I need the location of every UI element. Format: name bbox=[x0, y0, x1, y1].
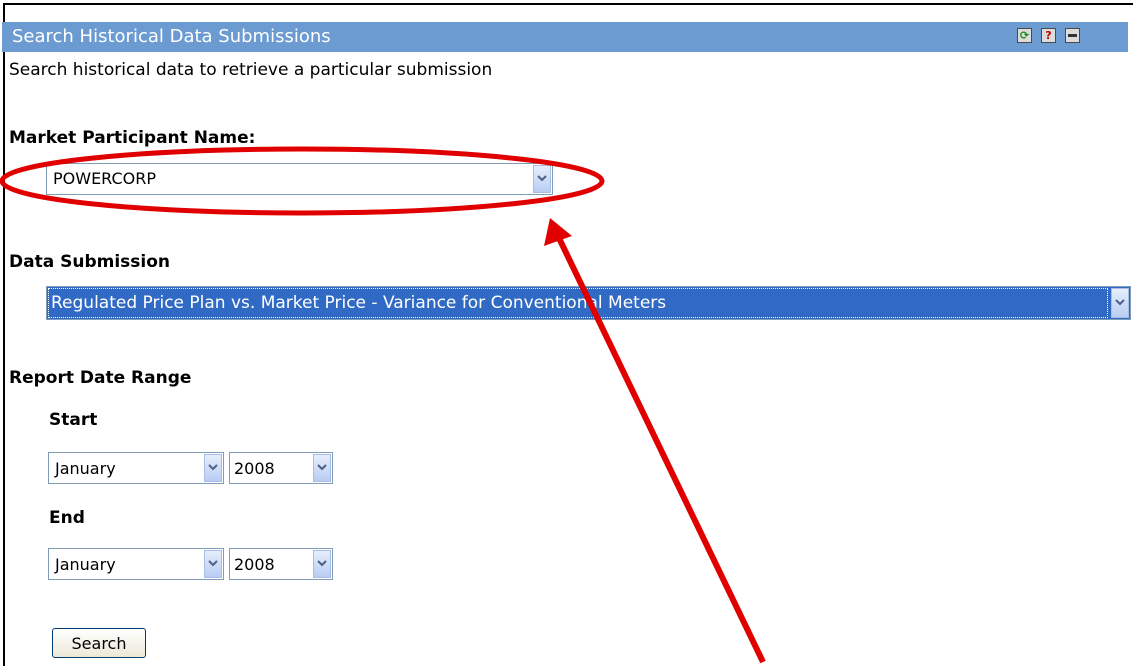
refresh-icon[interactable]: ⟳ bbox=[1017, 28, 1032, 43]
portlet-header: Search Historical Data Submissions ⟳ ? bbox=[2, 22, 1128, 52]
start-year-value: 2008 bbox=[234, 459, 275, 478]
chevron-down-icon[interactable] bbox=[204, 550, 222, 578]
start-month-select[interactable]: January bbox=[48, 452, 224, 484]
participant-label: Market Participant Name: bbox=[9, 128, 256, 148]
start-year-select[interactable]: 2008 bbox=[229, 452, 333, 484]
chevron-down-icon[interactable] bbox=[204, 454, 222, 482]
end-month-value: January bbox=[55, 555, 116, 574]
portlet-title: Search Historical Data Submissions bbox=[12, 26, 331, 47]
end-label: End bbox=[49, 508, 85, 528]
submission-value: Regulated Price Plan vs. Market Price - … bbox=[51, 293, 667, 313]
end-year-select[interactable]: 2008 bbox=[229, 548, 333, 580]
start-label: Start bbox=[49, 410, 98, 430]
end-year-value: 2008 bbox=[234, 555, 275, 574]
end-month-select[interactable]: January bbox=[48, 548, 224, 580]
panel-description: Search historical data to retrieve a par… bbox=[9, 60, 493, 80]
participant-value: POWERCORP bbox=[53, 169, 157, 188]
date-range-label: Report Date Range bbox=[9, 368, 192, 388]
participant-select[interactable]: POWERCORP bbox=[46, 163, 553, 195]
chevron-down-icon[interactable] bbox=[533, 165, 551, 193]
submission-select[interactable]: Regulated Price Plan vs. Market Price - … bbox=[46, 286, 1131, 320]
search-button[interactable]: Search bbox=[52, 628, 146, 658]
chevron-down-icon[interactable] bbox=[313, 550, 331, 578]
chevron-down-icon[interactable] bbox=[313, 454, 331, 482]
help-icon[interactable]: ? bbox=[1041, 28, 1056, 43]
start-month-value: January bbox=[55, 459, 116, 478]
chevron-down-icon[interactable] bbox=[1111, 288, 1129, 318]
minimize-icon[interactable] bbox=[1065, 28, 1080, 43]
submission-label: Data Submission bbox=[9, 252, 171, 272]
